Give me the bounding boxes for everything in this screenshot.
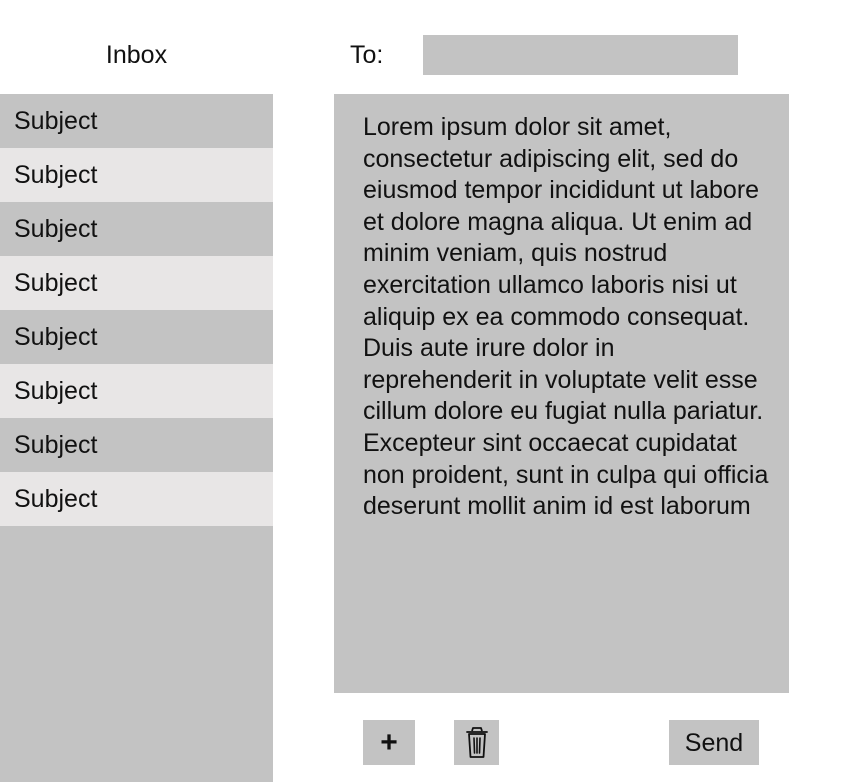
- inbox-title: Inbox: [105, 41, 168, 69]
- inbox-item-6[interactable]: Subject: [0, 364, 273, 418]
- inbox-item-7[interactable]: Subject: [0, 418, 273, 472]
- inbox-item-subject: Subject: [14, 161, 98, 189]
- plus-icon: +: [380, 725, 398, 759]
- inbox-item-5[interactable]: Subject: [0, 310, 273, 364]
- inbox-list: Subject Subject Subject Subject Subject …: [0, 94, 273, 782]
- trash-icon: [465, 726, 488, 758]
- send-button[interactable]: Send: [669, 720, 759, 765]
- inbox-item-subject: Subject: [14, 269, 98, 297]
- inbox-item-4[interactable]: Subject: [0, 256, 273, 310]
- delete-button[interactable]: [454, 720, 499, 765]
- inbox-item-subject: Subject: [14, 107, 98, 135]
- message-body[interactable]: Lorem ipsum dolor sit amet, consectetur …: [334, 94, 789, 693]
- inbox-item-subject: Subject: [14, 431, 98, 459]
- add-button[interactable]: +: [363, 720, 415, 765]
- inbox-item-subject: Subject: [14, 323, 98, 351]
- to-input[interactable]: [423, 35, 738, 75]
- inbox-item-8[interactable]: Subject: [0, 472, 273, 526]
- inbox-item-1[interactable]: Subject: [0, 94, 273, 148]
- inbox-item-3[interactable]: Subject: [0, 202, 273, 256]
- inbox-item-subject: Subject: [14, 377, 98, 405]
- inbox-item-subject: Subject: [14, 215, 98, 243]
- inbox-item-subject: Subject: [14, 485, 98, 513]
- inbox-item-2[interactable]: Subject: [0, 148, 273, 202]
- to-label: To:: [350, 41, 384, 69]
